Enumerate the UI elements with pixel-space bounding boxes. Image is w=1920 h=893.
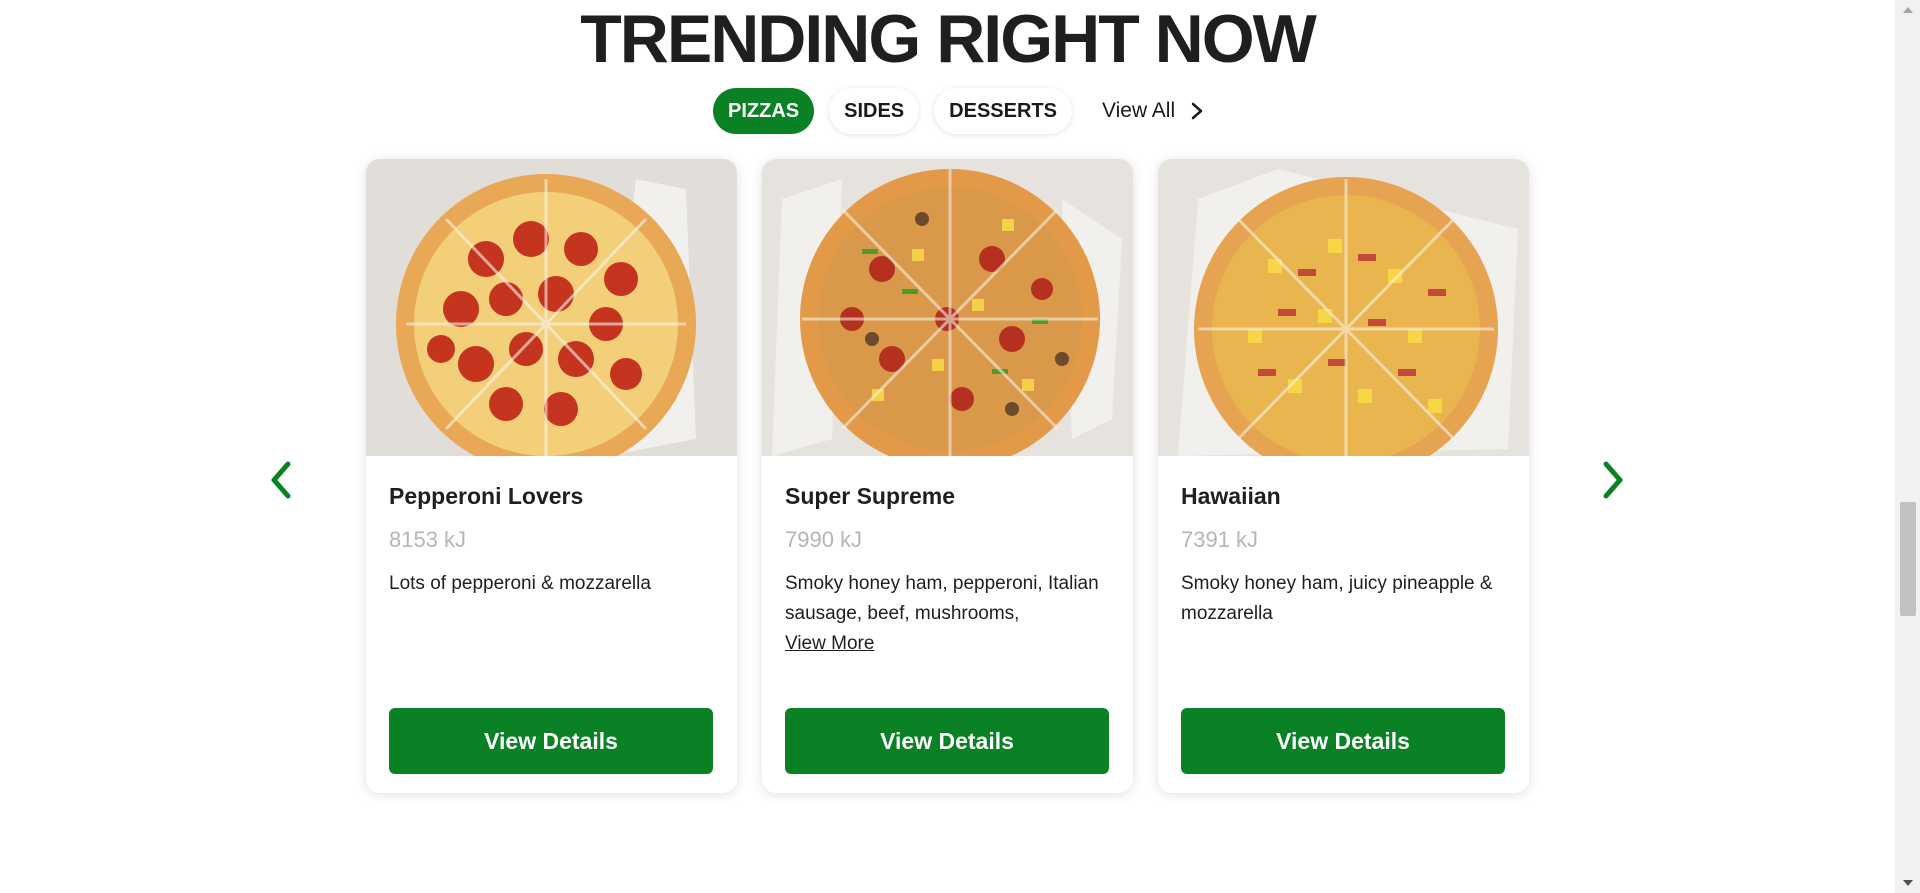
product-description: Lots of pepperoni & mozzarella — [389, 569, 719, 599]
view-more-link[interactable]: View More — [785, 629, 1115, 659]
tab-sides[interactable]: SIDES — [829, 88, 920, 134]
product-name: Pepperoni Lovers — [389, 483, 584, 509]
carousel-next-button[interactable] — [1598, 458, 1628, 502]
chevron-left-icon — [271, 461, 291, 499]
product-description-text: Smoky honey ham, pepperoni, Italian saus… — [785, 573, 1099, 624]
product-energy: 7990 kJ — [785, 527, 863, 552]
product-name: Super Supreme — [785, 483, 955, 509]
view-all-link[interactable]: View All — [1102, 99, 1203, 123]
product-description-text: Smoky honey ham, juicy pineapple & mozza… — [1181, 573, 1493, 624]
scroll-up-arrow-icon[interactable] — [1902, 5, 1914, 15]
view-details-button[interactable]: View Details — [389, 708, 713, 774]
carousel-prev-button[interactable] — [266, 458, 296, 502]
product-name: Hawaiian — [1181, 483, 1281, 509]
chevron-right-icon — [1603, 461, 1623, 499]
scrollbar-thumb[interactable] — [1900, 502, 1916, 616]
chevron-right-icon — [1191, 102, 1203, 120]
scroll-down-arrow-icon[interactable] — [1902, 878, 1914, 888]
pizza-image — [1158, 159, 1529, 456]
view-all-label: View All — [1101, 99, 1176, 122]
vertical-scrollbar[interactable] — [1895, 0, 1920, 893]
product-card: Hawaiian 7391 kJ Smoky honey ham, juicy … — [1158, 159, 1529, 793]
product-card: Pepperoni Lovers 8153 kJ Lots of peppero… — [366, 159, 737, 793]
page: TRENDING RIGHT NOW PIZZAS SIDES DESSERTS… — [0, 0, 1895, 893]
product-energy: 7391 kJ — [1181, 527, 1259, 552]
tab-desserts[interactable]: DESSERTS — [934, 88, 1072, 134]
product-description: Smoky honey ham, juicy pineapple & mozza… — [1181, 569, 1511, 629]
product-description-text: Lots of pepperoni & mozzarella — [389, 573, 651, 594]
product-card: Super Supreme 7990 kJ Smoky honey ham, p… — [762, 159, 1133, 793]
category-tabs: PIZZAS SIDES DESSERTS View All — [713, 87, 1203, 135]
product-energy: 8153 kJ — [389, 527, 467, 552]
tab-pizzas[interactable]: PIZZAS — [713, 88, 815, 134]
view-details-button[interactable]: View Details — [1181, 708, 1505, 774]
section-title: TRENDING RIGHT NOW — [580, 1, 1317, 77]
pizza-image — [762, 159, 1133, 456]
pizza-image — [366, 159, 737, 456]
view-details-button[interactable]: View Details — [785, 708, 1109, 774]
product-description: Smoky honey ham, pepperoni, Italian saus… — [785, 569, 1115, 659]
